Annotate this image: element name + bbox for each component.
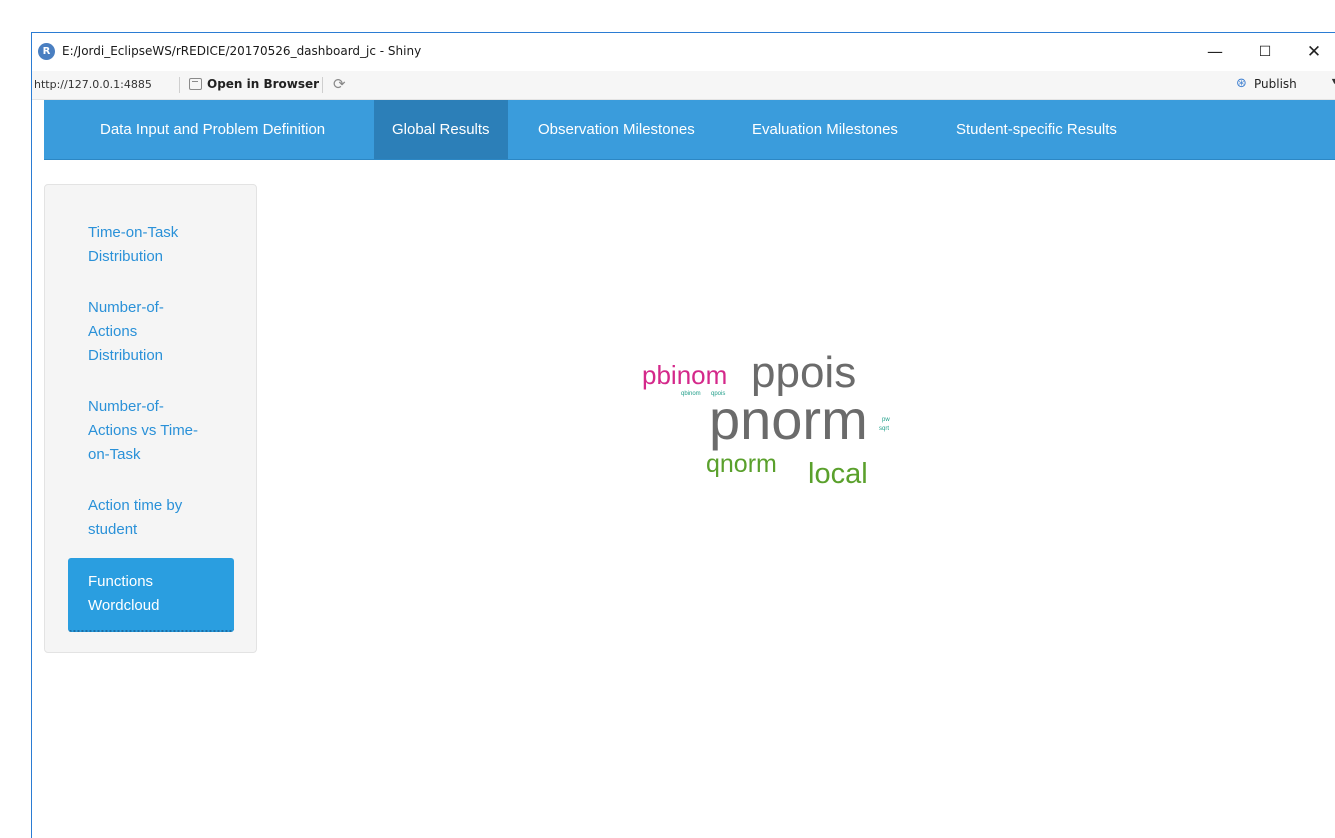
- open-in-browser-button[interactable]: Open in Browser: [207, 77, 319, 91]
- word-pw: pw: [882, 417, 890, 423]
- minimize-button[interactable]: —: [1195, 39, 1235, 65]
- url-display: http://127.0.0.1:4885: [34, 78, 152, 91]
- toolbar-separator: [179, 77, 180, 93]
- open-in-browser-icon[interactable]: [189, 78, 202, 90]
- word-qnorm: qnorm: [706, 450, 777, 478]
- sidebar-item-label: Action time by: [88, 497, 183, 514]
- sidebar-item-label: on-Task: [88, 446, 141, 463]
- sidebar-item-number-of-actions[interactable]: Number-of- Actions Distribution: [68, 296, 234, 368]
- window-frame-left: [31, 32, 32, 838]
- sidebar-item-time-on-task[interactable]: Time-on-Task Distribution: [68, 221, 234, 269]
- sidebar-item-label: Number-of-: [88, 398, 164, 415]
- refresh-icon[interactable]: ⟳: [333, 75, 346, 93]
- maximize-button[interactable]: ☐: [1245, 39, 1285, 65]
- sidebar-item-label: Functions: [88, 573, 154, 590]
- sidebar-item-actions-vs-time[interactable]: Number-of- Actions vs Time- on-Task: [68, 395, 234, 467]
- tab-evaluation-milestones[interactable]: Evaluation Milestones: [734, 100, 916, 159]
- publish-icon[interactable]: ⊛: [1236, 76, 1247, 91]
- word-sqrt: sqrt: [879, 426, 890, 432]
- viewer-toolbar: http://127.0.0.1:4885 Open in Browser ⟳ …: [32, 71, 1335, 100]
- sidebar-item-label: Distribution: [88, 248, 164, 265]
- sidebar-item-label: student: [88, 521, 138, 538]
- close-button[interactable]: ✕: [1294, 39, 1334, 65]
- publish-button[interactable]: Publish: [1254, 77, 1297, 91]
- tab-observation-milestones[interactable]: Observation Milestones: [520, 100, 713, 159]
- sidebar-item-action-time-by-student[interactable]: Action time by student: [68, 494, 234, 542]
- main-navbar: Data Input and Problem Definition Global…: [44, 100, 1335, 160]
- tab-student-specific-results[interactable]: Student-specific Results: [938, 100, 1135, 159]
- word-qbinom: qbinom: [681, 391, 701, 397]
- sidebar-item-label: Wordcloud: [88, 597, 160, 614]
- word-local: local: [808, 458, 868, 490]
- sidebar-item-functions-wordcloud[interactable]: Functions Wordcloud: [68, 558, 234, 632]
- window-title: E:/Jordi_EclipseWS/rREDICE/20170526_dash…: [62, 44, 422, 58]
- tab-global-results[interactable]: Global Results: [374, 100, 508, 159]
- word-pnorm: pnorm: [709, 388, 868, 451]
- shiny-window: R E:/Jordi_EclipseWS/rREDICE/20170526_da…: [0, 0, 1335, 838]
- title-bar: R E:/Jordi_EclipseWS/rREDICE/20170526_da…: [32, 33, 1335, 71]
- word-pbinom: pbinom: [642, 360, 728, 390]
- sidebar-item-label: Actions: [88, 323, 138, 340]
- chevron-down-icon[interactable]: ▼: [1330, 76, 1335, 86]
- toolbar-separator: [322, 77, 323, 93]
- tab-data-input[interactable]: Data Input and Problem Definition: [82, 100, 343, 159]
- sidebar-item-label: Actions vs Time-: [88, 422, 199, 439]
- functions-wordcloud: pbinom ppois qbinom qpois pnorm pw sqrt …: [600, 330, 940, 510]
- sidebar-item-label: Number-of-: [88, 299, 164, 316]
- sidebar-panel: Time-on-Task Distribution Number-of- Act…: [44, 184, 257, 653]
- sidebar-item-label: Distribution: [88, 347, 164, 364]
- r-app-icon: R: [38, 43, 55, 60]
- sidebar-item-label: Time-on-Task: [88, 224, 179, 241]
